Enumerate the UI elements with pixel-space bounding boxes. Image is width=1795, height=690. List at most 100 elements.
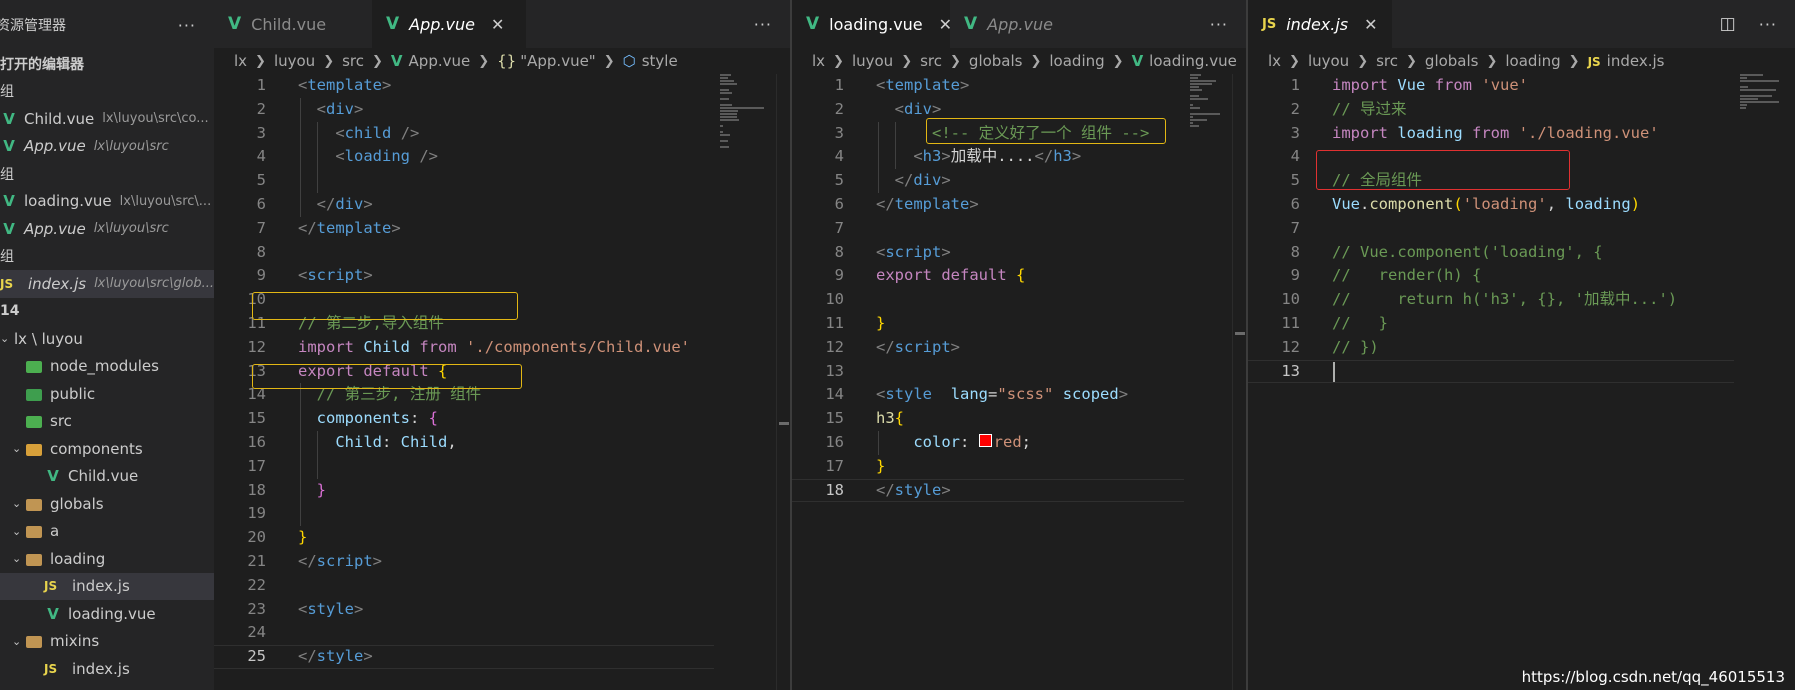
tab-label: Child.vue [251,14,327,34]
line-number: 4 [256,147,266,166]
chevron-right-icon: ❯ [950,53,961,69]
more-actions-icon[interactable]: ··· [754,15,772,34]
close-icon[interactable]: ✕ [491,15,504,34]
code-line: 11} [792,312,1246,336]
breadcrumb-item[interactable]: src [920,52,942,70]
line-text: } [298,479,326,503]
line-number: 11 [1281,313,1300,332]
code-line: 12 // }) [1248,336,1795,360]
split-editor-icon[interactable]: ◫ [1720,14,1737,34]
editor-group-label[interactable]: 组 [0,160,214,188]
editor-group-label[interactable]: 组 [0,78,214,106]
close-icon[interactable]: ✕ [1364,15,1377,34]
tree-item[interactable]: ⌄ globals [0,490,214,518]
breadcrumb-label: src [342,52,365,70]
file-path: lx\luyou\src [93,221,169,237]
js-file-icon: JS [44,661,58,676]
tab-app-vue[interactable]: V App.vue [950,0,1100,48]
tree-item[interactable]: ⌄ mixins [0,628,214,656]
open-editor-item[interactable]: Vloading.vue lx\luyou\src\... [0,188,214,216]
minimap-line [720,131,723,133]
breadcrumb-item[interactable]: lx [812,52,825,70]
minimap-line [1740,86,1748,88]
tab-app-vue[interactable]: V App.vue ✕ [372,0,526,48]
open-editors-section[interactable]: 打开的编辑器 [0,50,214,78]
breadcrumb-item[interactable]: luyou [1308,52,1349,70]
code-token: > [941,242,951,261]
tree-item-label: loading.vue [68,604,156,623]
folder-icon [26,498,42,511]
tree-item[interactable]: src [0,408,214,436]
indent-guide [300,502,301,527]
minimap-line [1190,89,1203,91]
breadcrumb-item[interactable]: {} "App.vue" [497,52,596,70]
breadcrumb-item[interactable]: luyou [274,52,315,70]
tree-item[interactable]: ⌄ loading [0,545,214,573]
cube-icon: ⬡ [622,52,636,70]
tree-item[interactable]: V Child.vue [0,463,214,491]
code-editor[interactable]: 1 import Vue from 'vue' 2 // 导过来 3 import loa… [1248,74,1795,383]
tree-item[interactable]: ⌄ components [0,435,214,463]
more-actions-icon[interactable]: ··· [178,16,196,35]
breadcrumb-item[interactable]: luyou [852,52,893,70]
vertical-scrollbar[interactable] [1232,74,1246,690]
breadcrumb-item[interactable]: Vloading.vue [1132,52,1237,70]
tree-item[interactable]: public [0,380,214,408]
open-editor-item[interactable]: V Child.vue lx\luyou\src\co... [0,105,214,133]
code-token: ; [1021,432,1032,451]
line-number: 10 [1281,290,1300,309]
more-actions-icon[interactable]: ··· [1759,15,1777,34]
indent-guide [878,121,879,146]
breadcrumb-item[interactable]: globals [1425,52,1479,70]
tab-child-vue[interactable]: V Child.vue [214,0,372,48]
line-number: 12 [247,337,266,356]
code-line: 12 </script> [792,336,1246,360]
line-number: 2 [256,99,266,118]
breadcrumb-item[interactable]: JS index.js [1588,52,1665,70]
color-swatch[interactable] [978,433,992,447]
open-editor-item[interactable]: V App.vue lx\luyou\src [0,215,214,243]
code-line: 3 import loading from './loading.vue' [1248,122,1795,146]
code-line: 2 // 导过来 [1248,98,1795,122]
minimap[interactable] [1734,74,1786,690]
tree-item[interactable]: ⌄ lx \ luyou [0,325,214,353]
vertical-scrollbar[interactable] [776,74,790,690]
breadcrumb-item[interactable]: V App.vue [391,52,470,70]
indent-guide [300,169,301,193]
line-number: 18 [247,480,266,499]
workspace-section[interactable]: 14 [0,298,214,326]
indent-guide [300,121,301,146]
editor-group-label[interactable]: 组 [0,243,214,271]
folder-icon [26,416,42,429]
breadcrumb-item[interactable]: src [1376,52,1398,70]
tab-loading-vue[interactable]: Vloading.vue ✕ [792,0,952,48]
minimap[interactable] [714,74,766,690]
more-actions-icon[interactable]: ··· [1210,15,1228,34]
minimap-line [720,110,738,112]
breadcrumb-item[interactable]: src [342,52,364,70]
tree-item[interactable]: node_modules [0,353,214,381]
tree-item[interactable]: ⌄ a [0,518,214,546]
line-number: 9 [834,266,844,285]
line-number: 19 [247,504,266,523]
line-text: Child: Child, [298,431,456,455]
breadcrumb-item[interactable]: globals [969,52,1023,70]
tree-item[interactable]: JS index.js [0,655,214,683]
code-token: = [988,385,998,404]
breadcrumb-item[interactable]: ⬡ style [623,52,678,70]
breadcrumb-item[interactable]: loading [1505,52,1560,70]
open-editor-item[interactable]: V App.vue lx\luyou\src [0,133,214,161]
breadcrumb-item[interactable]: loading [1049,52,1104,70]
code-token: h3 [876,409,895,428]
minimap[interactable] [1184,74,1236,690]
breadcrumb-item[interactable]: lx [1268,52,1281,70]
breadcrumb-item[interactable]: lx [234,52,247,70]
tree-item[interactable]: Vloading.vue [0,600,214,628]
open-editor-item[interactable]: JS index.js lx\luyou\src\glob... [0,270,214,298]
code-token: style [885,385,933,404]
tree-item[interactable]: JS index.js [0,572,214,600]
minimap-line [720,77,728,79]
tab-index-js[interactable]: JS index.js ✕ [1248,0,1392,48]
